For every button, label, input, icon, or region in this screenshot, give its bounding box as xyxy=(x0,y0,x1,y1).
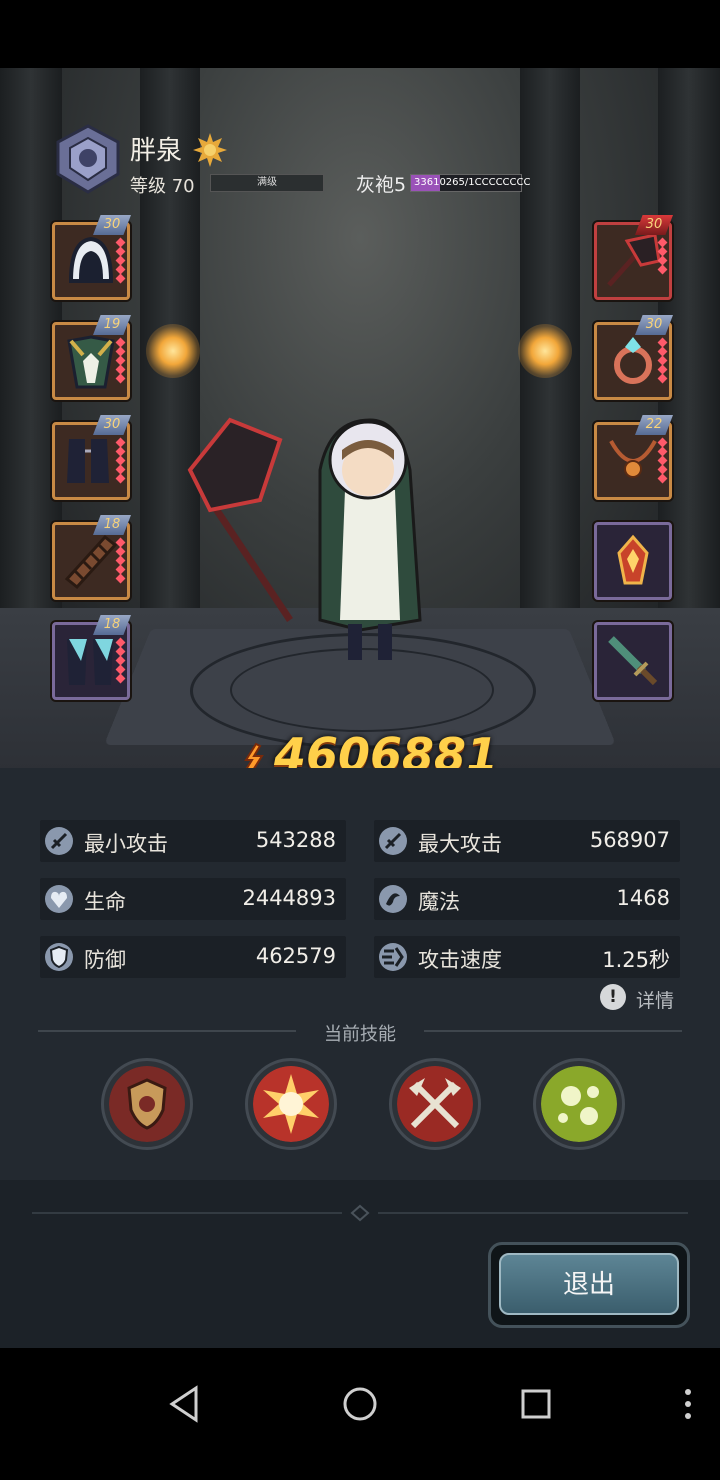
player-name: 胖泉 xyxy=(130,136,183,166)
flame-gem-icon xyxy=(617,534,649,585)
stat-max-attack: 最大攻击 568907 xyxy=(374,820,680,862)
level-bar-text: 满级 xyxy=(257,177,277,188)
skill-slot-4[interactable] xyxy=(533,1058,625,1150)
bottom-divider-left xyxy=(32,1212,342,1214)
details-label: 详情 xyxy=(636,990,675,1012)
equip-slot-ring[interactable]: 30 xyxy=(594,315,673,400)
skill-slot-3[interactable] xyxy=(389,1058,481,1150)
sword-icon xyxy=(379,827,407,855)
sun-icon xyxy=(193,133,227,167)
star-pips xyxy=(115,537,126,584)
level-label: 等级 70 xyxy=(130,176,195,197)
ring-icon xyxy=(614,337,652,384)
bracer-icon xyxy=(64,534,118,590)
sword-icon xyxy=(45,827,73,855)
recents-icon[interactable] xyxy=(512,1380,560,1428)
stat-defense: 防御 462579 xyxy=(40,936,346,978)
shield-skill-icon xyxy=(109,1066,185,1142)
stat-value: 568907 xyxy=(589,828,670,852)
home-icon[interactable] xyxy=(336,1380,384,1428)
exp-bar: 33610265/1CCCCCCCC xyxy=(410,174,531,192)
star-pips xyxy=(115,637,126,684)
dagger-icon xyxy=(608,636,658,686)
stat-value: 462579 xyxy=(255,944,336,968)
equip-slot-boots[interactable]: 30 xyxy=(52,415,131,500)
hood-icon xyxy=(68,236,114,283)
back-icon[interactable] xyxy=(162,1380,210,1428)
stat-label: 最小攻击 xyxy=(84,832,168,856)
info-icon: ! xyxy=(600,984,626,1010)
equip-slot-necklace[interactable]: 22 xyxy=(594,415,673,500)
rank-badge-icon xyxy=(56,124,120,194)
player-info: 胖泉 等级 70 满级 灰袍5 33610265/1CCCCCCCC xyxy=(52,124,532,197)
equip-slot-gem[interactable] xyxy=(594,522,672,600)
exp-text: 33610265/1CCCCCCCC xyxy=(414,177,531,188)
star-pips xyxy=(657,237,668,275)
skills-title: 当前技能 xyxy=(324,1024,396,1045)
shield-icon xyxy=(45,943,73,971)
details-link[interactable]: ! 详情 xyxy=(600,984,690,1014)
equip-slot-leggings[interactable]: 18 xyxy=(52,615,131,700)
magic-icon xyxy=(379,885,407,913)
burst-skill-icon xyxy=(253,1066,329,1142)
rank-label: 灰袍5 xyxy=(356,174,407,196)
equip-slot-bracer[interactable]: 18 xyxy=(52,515,131,600)
heart-icon xyxy=(45,885,73,913)
stat-value: 1468 xyxy=(616,886,670,910)
star-pips xyxy=(657,437,668,484)
crossed-axes-skill-icon xyxy=(397,1066,473,1142)
stat-label: 魔法 xyxy=(418,890,460,914)
character-sprite xyxy=(187,417,422,660)
stat-value: 1.25秒 xyxy=(602,948,670,972)
star-pips xyxy=(115,237,126,284)
status-bar xyxy=(0,0,720,68)
stat-min-attack: 最小攻击 543288 xyxy=(40,820,346,862)
bottom-divider-right xyxy=(378,1212,688,1214)
stat-label: 攻击速度 xyxy=(418,948,502,972)
boots-icon xyxy=(67,439,109,483)
bubbles-skill-icon xyxy=(541,1066,617,1142)
axe-weapon-icon xyxy=(607,233,661,287)
exit-button[interactable]: 退出 xyxy=(488,1242,690,1328)
stat-value: 2444893 xyxy=(242,886,336,910)
exit-button-label: 退出 xyxy=(562,1270,615,1300)
leggings-icon xyxy=(67,639,113,685)
cloak-icon xyxy=(67,335,115,389)
stat-magic: 魔法 1468 xyxy=(374,878,680,920)
equip-slot-cloak[interactable]: 19 xyxy=(52,315,131,400)
skill-slot-1[interactable] xyxy=(101,1058,193,1150)
system-nav-bar xyxy=(0,1348,720,1480)
stat-label: 防御 xyxy=(84,948,126,972)
lamp-right-icon xyxy=(518,324,572,378)
necklace-icon xyxy=(609,440,657,478)
divider-ornament-icon xyxy=(350,1204,370,1222)
stat-hp: 生命 2444893 xyxy=(40,878,346,920)
stat-attack-speed: 攻击速度 1.25秒 xyxy=(374,936,680,978)
star-pips xyxy=(115,437,126,484)
more-menu-icon[interactable] xyxy=(664,1380,712,1428)
equip-slot-weapon[interactable]: 30 xyxy=(594,215,673,300)
star-pips xyxy=(115,337,126,384)
level-bar: 满级 xyxy=(210,174,324,192)
stat-value: 543288 xyxy=(255,828,336,852)
speed-icon xyxy=(379,943,407,971)
star-pips xyxy=(657,337,668,384)
stat-label: 生命 xyxy=(84,890,126,914)
stat-label: 最大攻击 xyxy=(418,832,502,856)
skill-slot-2[interactable] xyxy=(245,1058,337,1150)
equip-slot-hood[interactable]: 30 xyxy=(52,215,131,300)
equip-slot-dagger[interactable] xyxy=(594,622,672,700)
lamp-left-icon xyxy=(146,324,200,378)
